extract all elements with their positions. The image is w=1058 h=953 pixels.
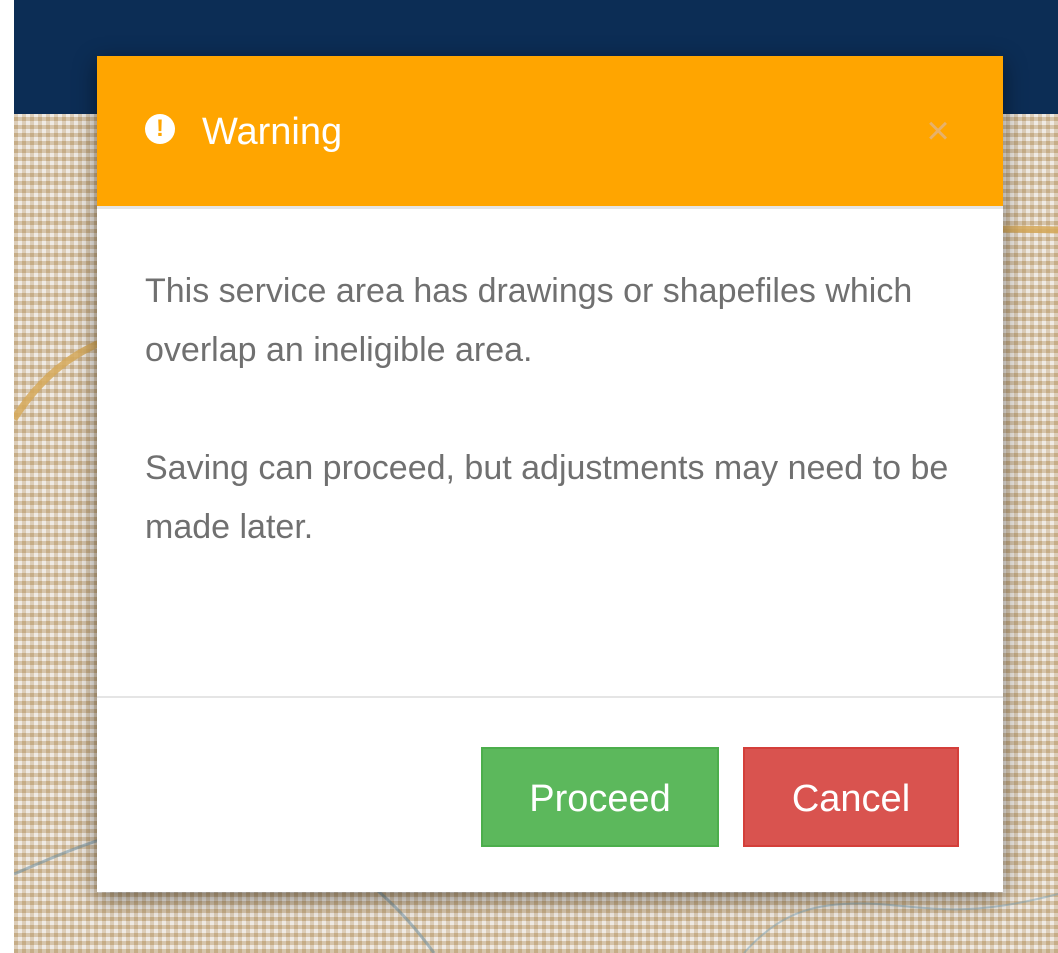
dialog-title: Warning	[202, 111, 343, 153]
warning-message-save: Saving can proceed, but adjustments may …	[145, 449, 949, 546]
warning-dialog-header: ! Warning ×	[97, 56, 1003, 209]
warning-message-overlap: This service area has drawings or shapef…	[145, 272, 913, 369]
dialog-footer-divider	[97, 696, 1003, 698]
close-icon[interactable]: ×	[917, 108, 959, 154]
proceed-button[interactable]: Proceed	[481, 747, 719, 847]
warning-dialog: ! Warning × This service area has drawin…	[97, 56, 1003, 892]
map-water-line	[743, 893, 1058, 953]
cancel-button[interactable]: Cancel	[743, 747, 959, 847]
exclamation-circle-icon: !	[145, 114, 175, 144]
screen: ! Warning × This service area has drawin…	[0, 0, 1058, 953]
warning-dialog-body: This service area has drawings or shapef…	[145, 262, 975, 557]
